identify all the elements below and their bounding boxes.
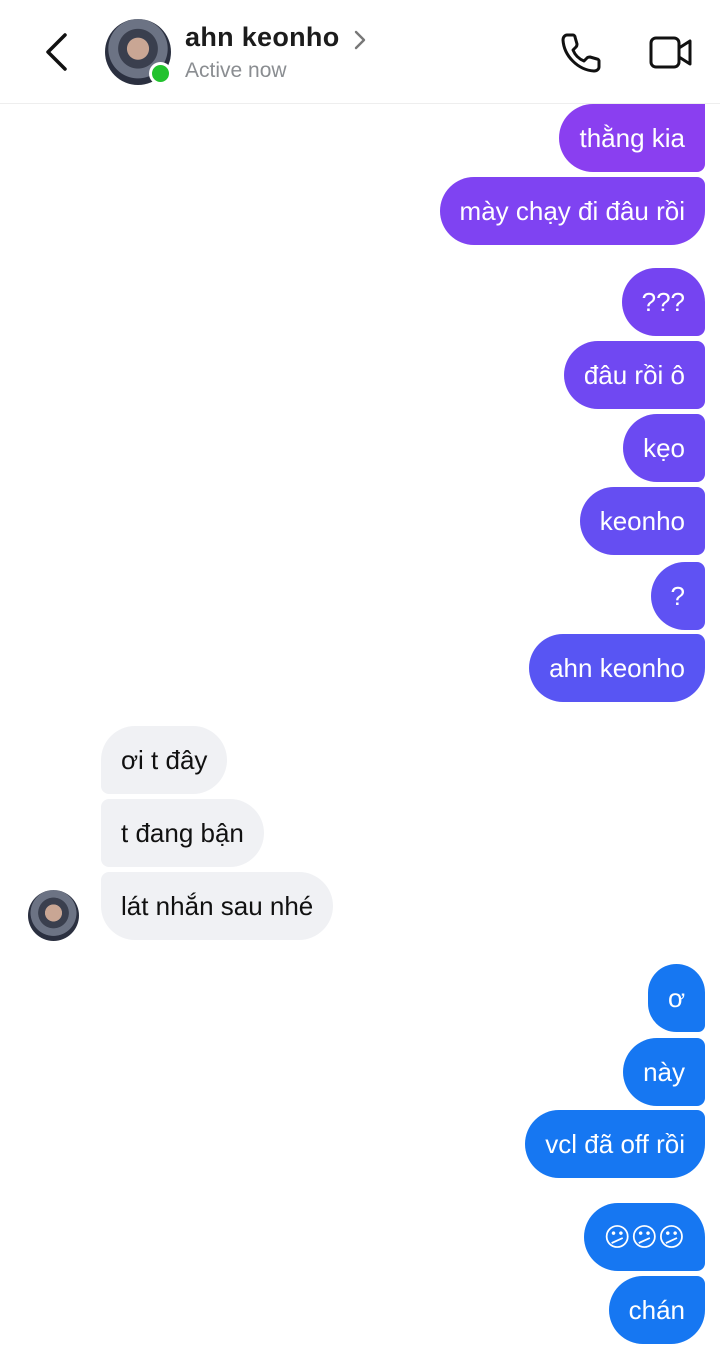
message-outgoing[interactable]: keonho [579,487,705,555]
message-outgoing[interactable]: ơ [647,964,705,1032]
chevron-right-icon[interactable] [353,29,367,51]
message-outgoing[interactable]: mày chạy đi đâu rồi [439,177,705,245]
voice-call-button[interactable] [558,30,604,76]
video-camera-icon [649,36,692,69]
message-incoming[interactable]: lát nhắn sau nhé [101,872,334,940]
message-outgoing[interactable]: này [623,1038,705,1106]
online-indicator [149,62,172,85]
contact-name[interactable]: ahn keonho [185,22,340,53]
message-outgoing[interactable]: đâu rồi ô [563,341,705,409]
message-outgoing-emoji[interactable]: 😕😕😕 [583,1203,705,1271]
chat-header: ahn keonho Active now [0,0,720,104]
message-outgoing[interactable]: chán [608,1276,705,1344]
message-outgoing[interactable]: ??? [621,268,705,336]
video-call-button[interactable] [648,33,694,73]
message-outgoing[interactable]: vcl đã off rồi [525,1110,705,1178]
back-button[interactable] [38,30,78,74]
back-arrow-icon [46,33,67,71]
active-status: Active now [185,59,287,82]
contact-avatar-small[interactable] [28,890,79,941]
message-outgoing[interactable]: kẹo [623,414,705,482]
phone-icon [561,33,601,73]
message-outgoing[interactable]: ahn keonho [529,634,705,702]
message-incoming[interactable]: ơi t đây [101,726,228,794]
contact-avatar[interactable] [105,19,172,85]
chat-screen: ahn keonho Active now thằng kia mày chạy… [0,0,720,1355]
message-outgoing[interactable]: ? [650,562,705,630]
message-incoming[interactable]: t đang bận [101,799,264,867]
message-outgoing[interactable]: thằng kia [559,104,705,172]
